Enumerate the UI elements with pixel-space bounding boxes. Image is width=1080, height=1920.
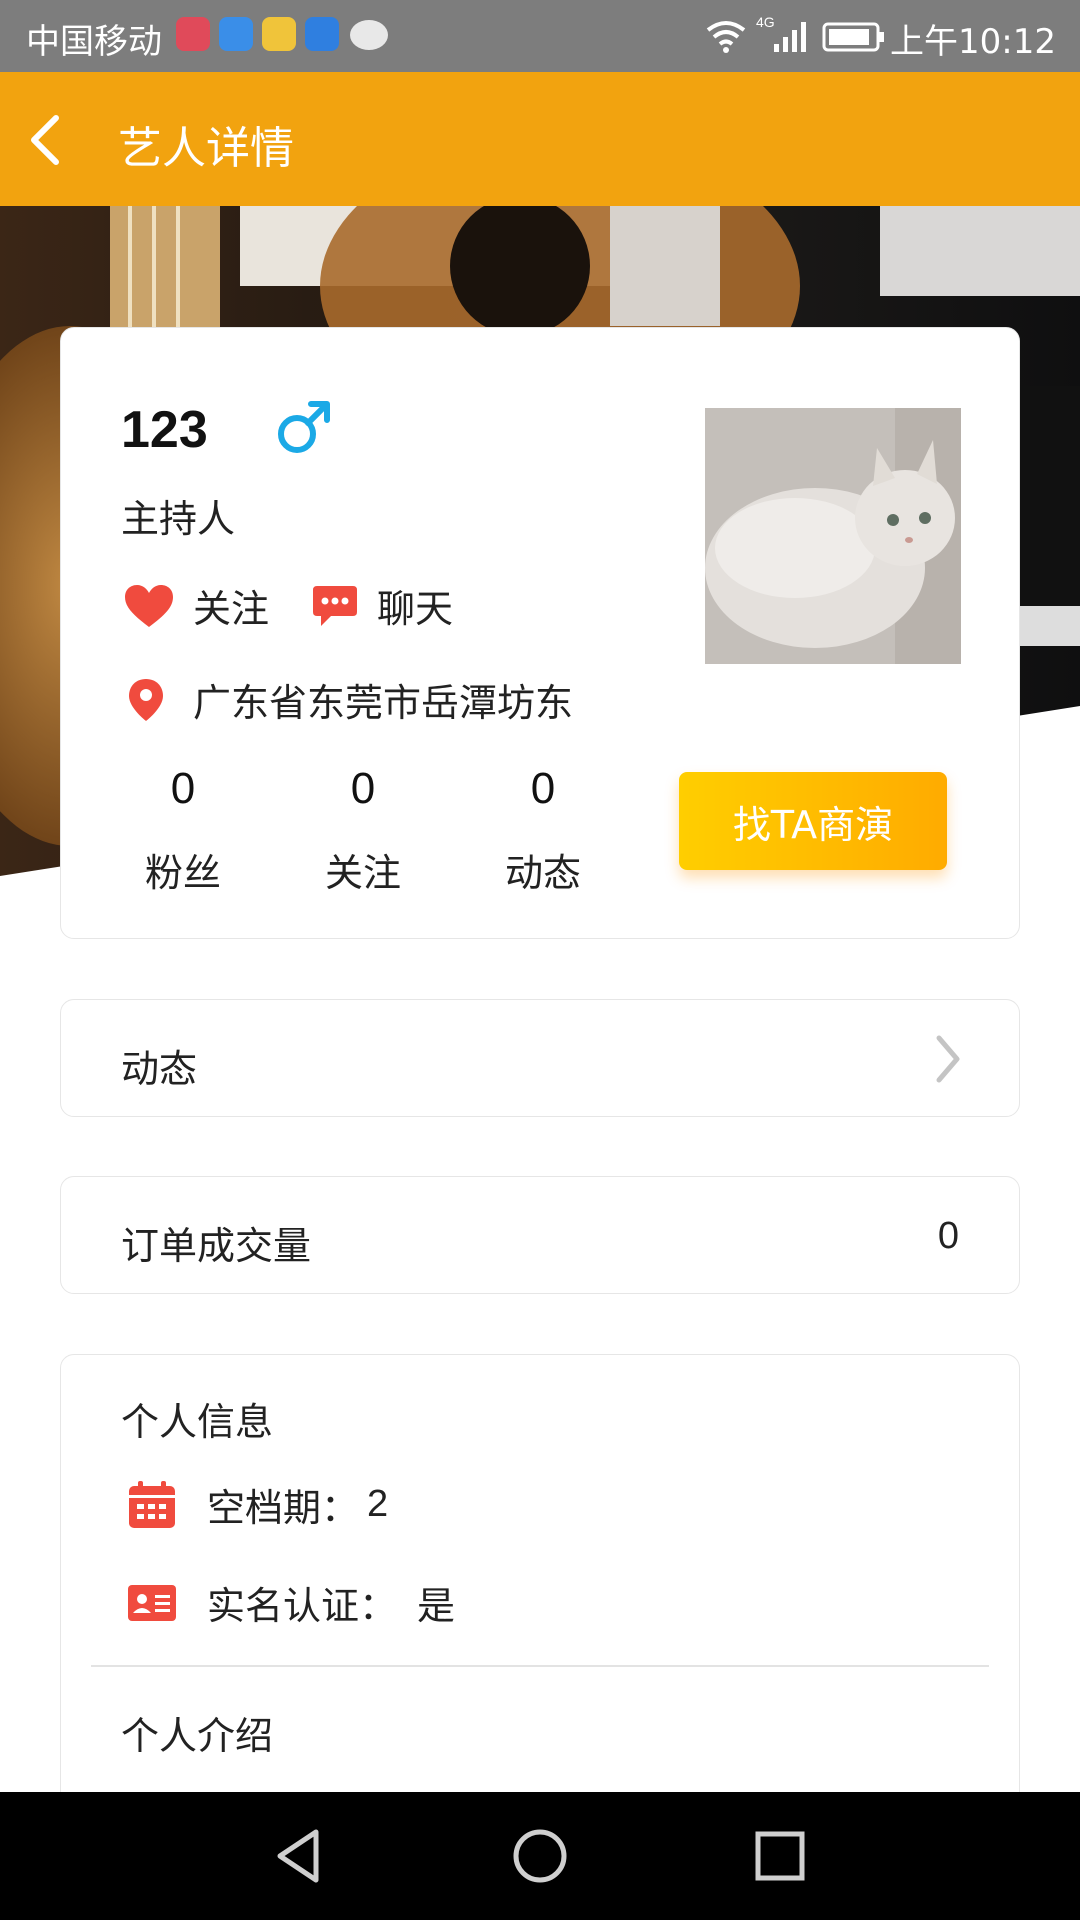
orders-label: 订单成交量	[121, 1224, 312, 1268]
schedule-row: 空档期： 2	[127, 1477, 388, 1532]
fans-label: 粉丝	[144, 851, 221, 895]
heart-icon	[125, 584, 173, 627]
page-title: 艺人详情	[118, 123, 294, 174]
location-text: 广东省东莞市岳潭坊东	[193, 681, 574, 725]
nav-recents-icon[interactable]	[744, 1820, 816, 1892]
battery-icon	[822, 22, 884, 52]
app-bar: 艺人详情	[0, 72, 1080, 206]
chat-label: 聊天	[377, 587, 454, 631]
star-notification-icon	[262, 17, 296, 51]
vmall-notification-icon	[176, 17, 210, 51]
follow-button[interactable]: 关注	[123, 578, 269, 633]
artist-role: 主持人	[121, 497, 236, 541]
carrier-name: 中国移动	[26, 22, 162, 62]
section-divider	[91, 1665, 989, 1667]
following-label: 关注	[324, 851, 401, 895]
following-stat[interactable]: 0 关注	[293, 764, 433, 897]
verification-value: 是	[417, 1586, 456, 1628]
location-pin-icon	[129, 678, 163, 721]
fans-stat[interactable]: 0 粉丝	[113, 764, 253, 897]
chat-button[interactable]: 聊天	[311, 578, 453, 633]
chevron-right-icon	[936, 1035, 960, 1083]
signal-icon	[774, 22, 806, 52]
posts-stat[interactable]: 0 动态	[473, 764, 613, 897]
posts-label: 动态	[504, 851, 581, 895]
following-count: 0	[350, 764, 376, 813]
verification-row: 实名认证： 是	[127, 1575, 455, 1630]
verification-label: 实名认证：	[207, 1584, 398, 1628]
artist-name: 123	[121, 401, 208, 459]
nav-home-icon[interactable]	[504, 1820, 576, 1892]
app-notification-icon	[305, 17, 339, 51]
personal-info-title: 个人信息	[121, 1400, 274, 1444]
chat-bubble-icon	[313, 585, 357, 626]
orders-row: 订单成交量 0	[60, 1176, 1020, 1294]
posts-count: 0	[530, 764, 556, 813]
follow-label: 关注	[193, 587, 270, 631]
book-performance-button[interactable]: 找TA商演	[679, 772, 947, 870]
schedule-value: 2	[367, 1483, 389, 1525]
fans-count: 0	[170, 764, 196, 813]
system-navigation-bar	[0, 1792, 1080, 1920]
message-notification-icon	[350, 20, 388, 50]
schedule-label: 空档期：	[207, 1486, 360, 1530]
dynamics-label: 动态	[121, 1047, 198, 1091]
browser-notification-icon	[219, 17, 253, 51]
artist-profile-card: 123 主持人 关注 聊天 广东省东莞市岳潭坊东 0 粉丝 0 关注 0 动态 …	[60, 327, 1020, 939]
calendar-icon	[129, 1480, 175, 1528]
location-row: 广东省东莞市岳潭坊东	[127, 672, 573, 727]
artist-avatar	[705, 408, 961, 664]
wifi-icon	[706, 21, 746, 53]
status-bar: 中国移动 4G 上午10:12	[0, 0, 1080, 72]
dynamics-row[interactable]: 动态	[60, 999, 1020, 1117]
intro-title: 个人介绍	[121, 1714, 274, 1758]
back-arrow-icon[interactable]	[22, 110, 72, 170]
male-icon	[278, 401, 330, 453]
id-card-icon	[128, 1584, 176, 1621]
clock: 上午10:12	[890, 22, 1056, 62]
nav-back-icon[interactable]	[264, 1820, 336, 1892]
orders-count: 0	[937, 1215, 959, 1257]
